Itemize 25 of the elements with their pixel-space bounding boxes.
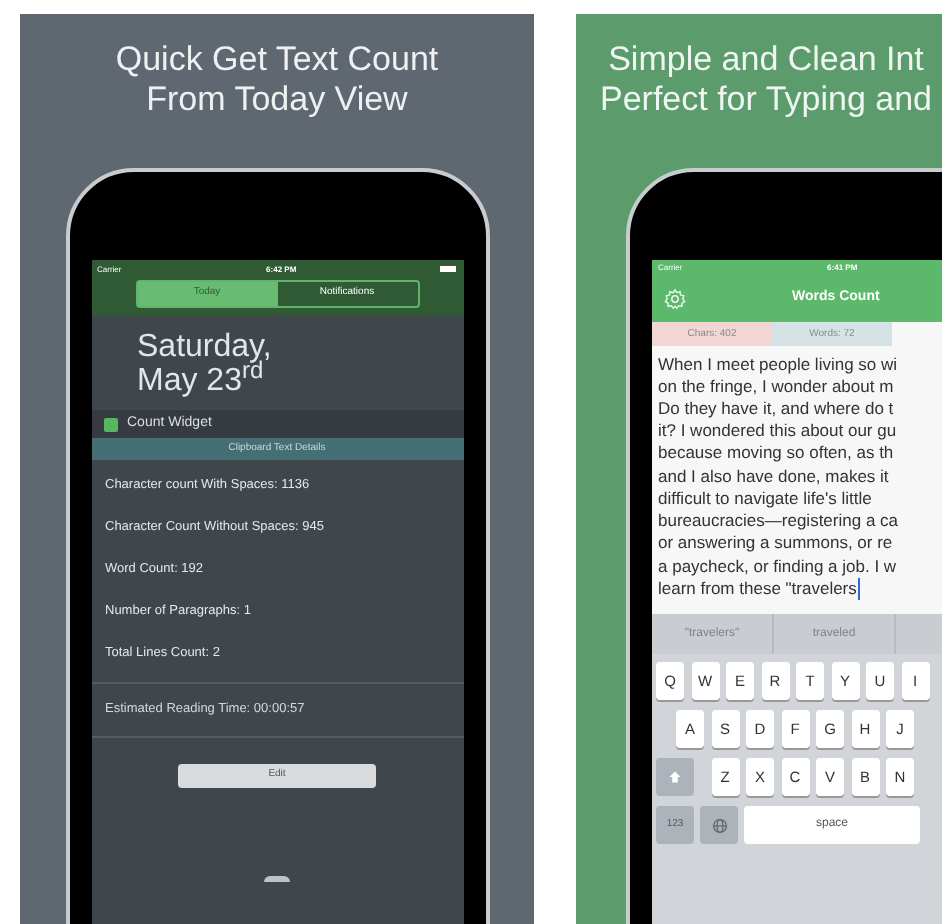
body-text: difficult to navigate life's little	[658, 487, 874, 511]
body-text: learn from these "travelers	[658, 577, 860, 600]
body-text: and I also have done, makes it	[658, 465, 891, 488]
headline-text: From Today View	[146, 80, 408, 120]
body-text: it? I wondered this about our gu	[658, 420, 899, 443]
globe-key[interactable]	[700, 806, 738, 844]
body-text: When I meet people living so wi	[658, 353, 900, 376]
headline-text: Quick Get Text Count	[115, 40, 439, 80]
headline-text: Simple and Clean Int	[608, 40, 924, 80]
settings-icon[interactable]	[664, 288, 686, 311]
body-text: bureaucracies—registering a ca	[658, 510, 901, 533]
battery-icon	[440, 266, 457, 272]
body-text: a paycheck, or finding a job. I w	[658, 555, 899, 578]
app-icon	[103, 417, 117, 431]
body-text: or answering a summons, or re	[658, 532, 895, 555]
body-text: on the fringe, I wonder about m	[658, 375, 896, 399]
headline-text: Perfect for Typing and	[600, 80, 933, 120]
date-text: May 23$^{rd}$	[137, 364, 264, 398]
globe-icon	[711, 817, 727, 833]
shift-key[interactable]	[656, 758, 694, 796]
date-text: Saturday,	[137, 330, 274, 364]
body-text: Do they have it, and where do t	[658, 398, 896, 421]
shift-icon	[668, 770, 682, 784]
body-text: because moving so often, as th	[658, 442, 896, 466]
handle-icon[interactable]	[264, 876, 290, 882]
